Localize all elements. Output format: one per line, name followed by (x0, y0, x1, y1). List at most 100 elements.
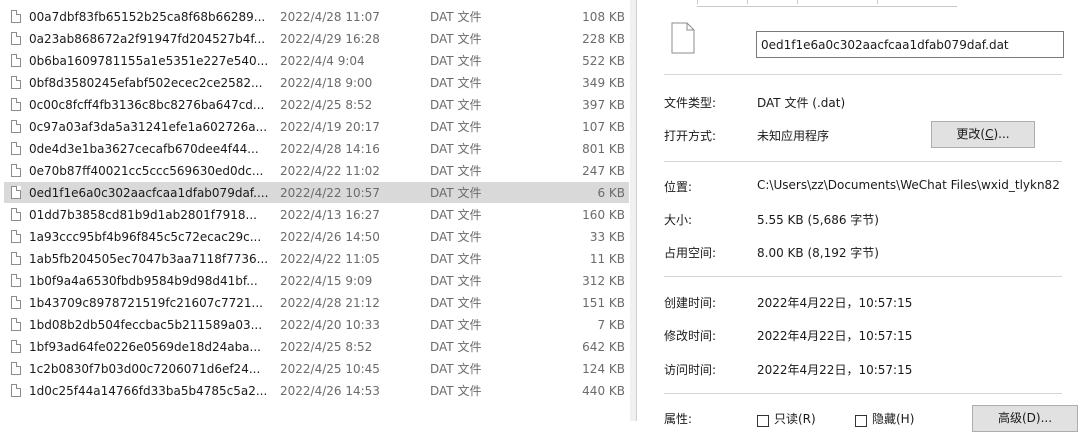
file-name: 01dd7b3858cd81b9d1ab2801f7918... (29, 207, 257, 222)
file-icon (11, 186, 21, 199)
tab-details[interactable] (797, 0, 798, 4)
tab-general[interactable] (697, 0, 698, 4)
file-size: 124 KB (582, 361, 625, 376)
tabs-strip (697, 0, 957, 7)
file-name: 0ed1f1e6a0c302aacfcaa1dfab079daf.... (29, 185, 269, 200)
file-icon (11, 76, 21, 89)
file-type: DAT 文件 (430, 164, 482, 178)
divider (664, 393, 1062, 394)
file-icon (11, 296, 21, 309)
file-row[interactable]: 0b6ba1609781155a1e5351e227e540... 2022/4/… (4, 50, 629, 71)
file-row[interactable]: 1a93ccc95bf4b96f845c5c72ecac29c... 2022/4… (4, 226, 629, 247)
file-name: 0c00c8fcff4fb3136c8bc8276ba647cd... (29, 97, 265, 112)
file-row[interactable]: 0de4d3e1ba3627cecafb670dee4f44... 2022/4/… (4, 138, 629, 159)
file-row[interactable]: 1bf93ad64fe0226e0569de18d24aba... 2022/4/… (4, 336, 629, 357)
location-value: C:\Users\zz\Documents\WeChat Files\wxid_… (757, 178, 1060, 192)
file-row[interactable]: 1d0c25f44a14766fd33ba5b4785c5a2... 2022/4… (4, 380, 629, 401)
file-date: 2022/4/22 11:05 (280, 251, 380, 266)
file-name: 0bf8d3580245efabf502ecec2ce2582... (29, 75, 263, 90)
file-type: DAT 文件 (430, 362, 482, 376)
tab-security[interactable] (747, 0, 748, 4)
file-size: 801 KB (582, 141, 625, 156)
modified-label: 修改时间: (664, 329, 717, 343)
file-date: 2022/4/25 10:45 (280, 361, 380, 376)
file-row[interactable]: 1c2b0830f7b03d00c7206071d6ef24... 2022/4/… (4, 358, 629, 379)
file-type: DAT 文件 (430, 252, 482, 266)
accessed-value: 2022年4月22日，10:57:15 (757, 363, 913, 377)
file-row[interactable]: 0c97a03af3da5a31241efe1a602726a... 2022/4… (4, 116, 629, 137)
file-name: 1d0c25f44a14766fd33ba5b4785c5a2... (29, 383, 268, 398)
file-icon (11, 10, 21, 23)
file-type: DAT 文件 (430, 318, 482, 332)
file-type: DAT 文件 (430, 384, 482, 398)
advanced-button[interactable]: 高级(D)... (972, 405, 1078, 432)
file-size: 151 KB (582, 295, 625, 310)
created-value: 2022年4月22日，10:57:15 (757, 296, 913, 310)
file-name: 0de4d3e1ba3627cecafb670dee4f44... (29, 141, 259, 156)
file-date: 2022/4/28 21:12 (280, 295, 380, 310)
readonly-checkbox[interactable] (757, 415, 769, 427)
file-size: 228 KB (582, 31, 625, 46)
open-with-label: 打开方式: (664, 129, 717, 143)
file-type-label: 文件类型: (664, 96, 717, 110)
file-row[interactable]: 1ab5fb204505ec7047b3aa7118f7736... 2022/4… (4, 248, 629, 269)
file-type: DAT 文件 (430, 98, 482, 112)
file-type: DAT 文件 (430, 10, 482, 24)
file-icon (11, 384, 21, 397)
file-icon (11, 142, 21, 155)
big-file-icon (671, 22, 695, 54)
file-row[interactable]: 00a7dbf83fb65152b25ca8f68b66289... 2022/4… (4, 6, 629, 27)
file-size: 160 KB (582, 207, 625, 222)
file-size: 349 KB (582, 75, 625, 90)
file-date: 2022/4/13 16:27 (280, 207, 380, 222)
file-row[interactable]: 0bf8d3580245efabf502ecec2ce2582... 2022/4… (4, 72, 629, 93)
file-date: 2022/4/15 9:09 (280, 273, 373, 288)
change-button-label: 更改 (956, 127, 981, 141)
file-row[interactable]: 0a23ab868672a2f91947fd204527b4f... 2022/4… (4, 28, 629, 49)
divider (664, 74, 1062, 75)
file-type: DAT 文件 (430, 208, 482, 222)
file-type: DAT 文件 (430, 76, 482, 90)
change-button[interactable]: 更改(C)... (931, 121, 1035, 148)
file-row[interactable]: 1bd08b2db504feccbac5b211589a03... 2022/4/… (4, 314, 629, 335)
file-size: 247 KB (582, 163, 625, 178)
file-date: 2022/4/26 14:53 (280, 383, 380, 398)
file-list: 00a7dbf83fb65152b25ca8f68b66289... 2022/4… (0, 0, 630, 421)
file-type: DAT 文件 (430, 120, 482, 134)
file-row[interactable]: 0ed1f1e6a0c302aacfcaa1dfab079daf.... 2022… (4, 182, 629, 203)
file-row[interactable]: 01dd7b3858cd81b9d1ab2801f7918... 2022/4/1… (4, 204, 629, 225)
change-button-key: C (985, 127, 994, 141)
file-name: 1bd08b2db504feccbac5b211589a03... (29, 317, 263, 332)
file-size: 108 KB (582, 9, 625, 24)
hidden-label[interactable]: 隐藏(H) (872, 410, 914, 427)
size-on-disk-label: 占用空间: (664, 246, 717, 260)
hidden-checkbox[interactable] (855, 415, 867, 427)
file-name: 00a7dbf83fb65152b25ca8f68b66289... (29, 9, 266, 24)
file-date: 2022/4/25 8:52 (280, 97, 373, 112)
attributes-label: 属性: (664, 412, 693, 426)
readonly-label[interactable]: 只读(R) (774, 410, 816, 427)
file-date: 2022/4/22 11:02 (280, 163, 380, 178)
file-name: 1b0f9a4a6530fbdb9584b9d98d41bf... (29, 273, 258, 288)
file-name: 1c2b0830f7b03d00c7206071d6ef24... (29, 361, 261, 376)
file-date: 2022/4/29 16:28 (280, 31, 380, 46)
file-size: 397 KB (582, 97, 625, 112)
file-icon (11, 32, 21, 45)
file-icon (11, 274, 21, 287)
filename-field[interactable] (756, 31, 1064, 58)
tab-previous-versions[interactable] (877, 0, 878, 4)
file-row[interactable]: 0c00c8fcff4fb3136c8bc8276ba647cd... 2022/… (4, 94, 629, 115)
file-type: DAT 文件 (430, 340, 482, 354)
file-type: DAT 文件 (430, 274, 482, 288)
file-size: 440 KB (582, 383, 625, 398)
file-size: 522 KB (582, 53, 625, 68)
file-row[interactable]: 1b43709c8978721519fc21607c7721... 2022/4/… (4, 292, 629, 313)
modified-value: 2022年4月22日，10:57:15 (757, 329, 913, 343)
file-icon (11, 230, 21, 243)
size-value: 5.55 KB (5,686 字节) (757, 213, 879, 227)
file-row[interactable]: 0e70b87ff40021cc5ccc569630ed0dc... 2022/4… (4, 160, 629, 181)
file-name: 0a23ab868672a2f91947fd204527b4f... (29, 31, 266, 46)
file-size: 6 KB (597, 185, 625, 200)
file-row[interactable]: 1b0f9a4a6530fbdb9584b9d98d41bf... 2022/4/… (4, 270, 629, 291)
divider (664, 276, 1062, 277)
